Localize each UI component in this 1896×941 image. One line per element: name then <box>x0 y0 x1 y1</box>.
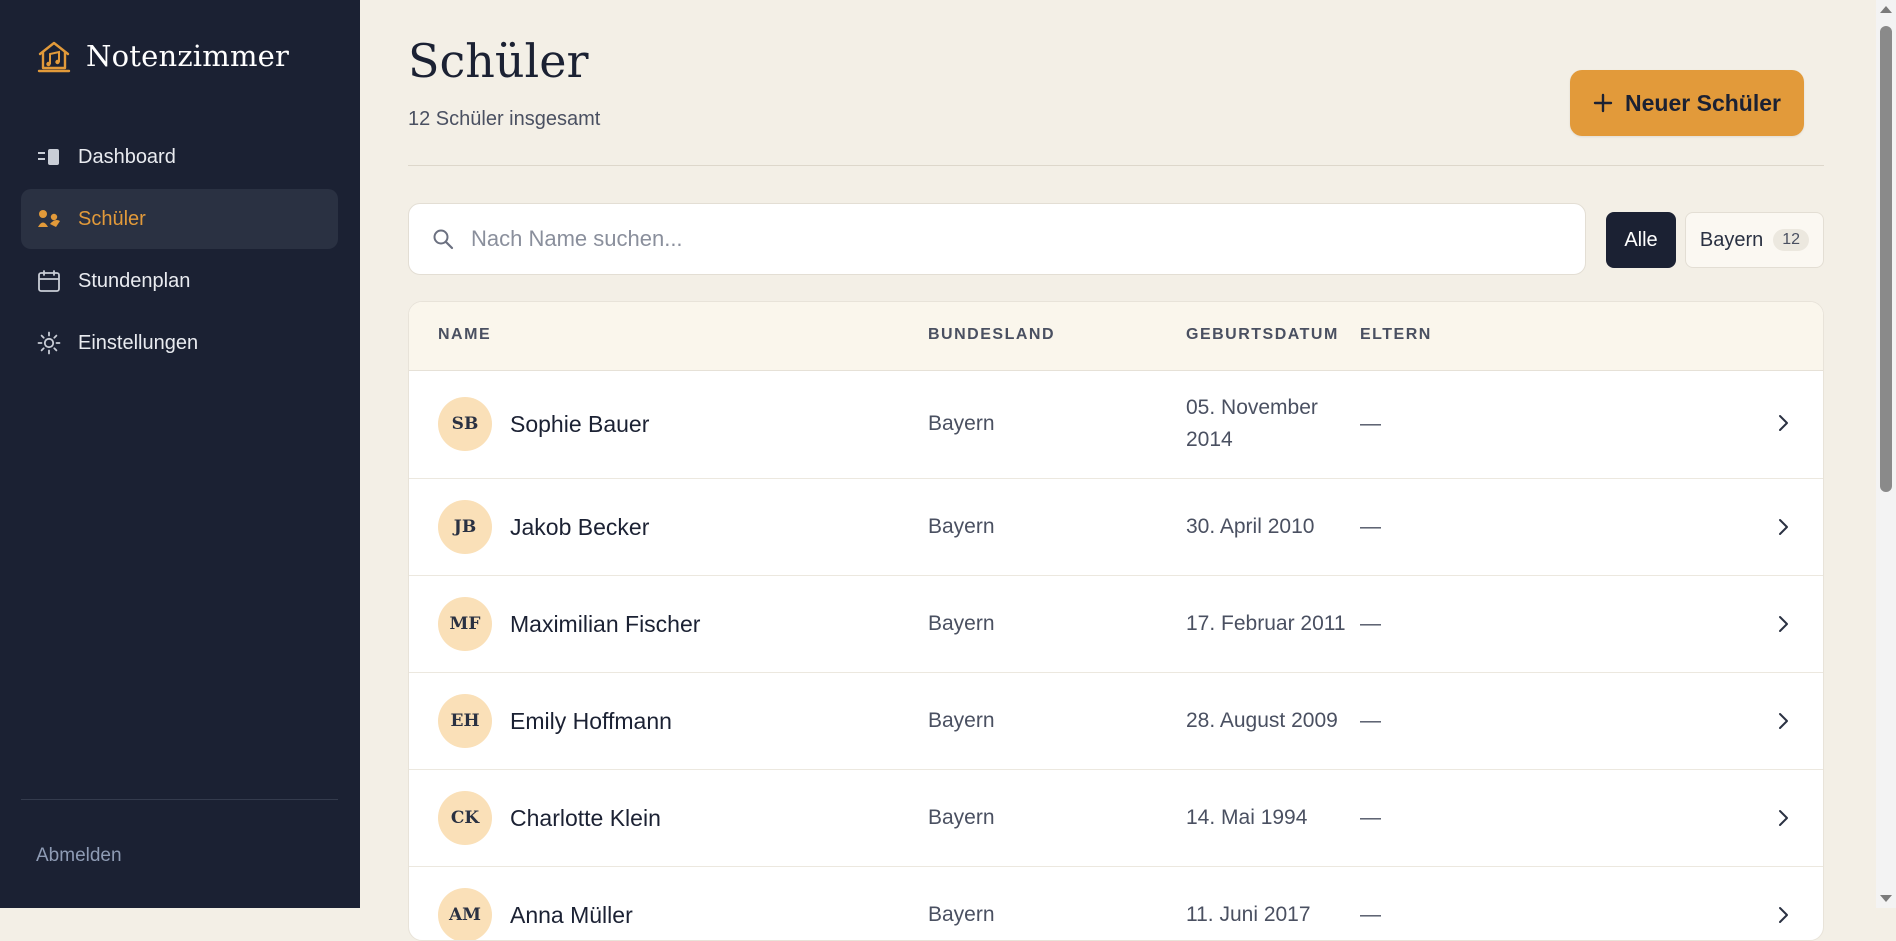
page-scrollbar[interactable] <box>1876 0 1896 908</box>
sidebar-item-schedule[interactable]: Stundenplan <box>21 251 338 311</box>
plus-icon <box>1593 93 1613 113</box>
student-state: Bayern <box>928 412 995 435</box>
filter-state-label: Bayern <box>1699 228 1764 251</box>
students-icon <box>36 206 62 232</box>
student-birthdate: 11. Juni 2017 <box>1186 903 1311 926</box>
student-parents: — <box>1360 709 1381 732</box>
avatar: SB <box>438 397 492 451</box>
student-parents: — <box>1360 806 1381 829</box>
page-title: Schüler <box>408 34 589 88</box>
header-divider <box>408 165 1824 166</box>
student-birthdate: 17. Februar 2011 <box>1186 612 1346 635</box>
student-birthdate: 05. November 2014 <box>1186 396 1318 451</box>
student-parents: — <box>1360 515 1381 538</box>
table-row[interactable]: EH Emily Hoffmann Bayern 28. August 2009… <box>409 673 1823 770</box>
chevron-right-icon <box>1779 907 1788 923</box>
students-table: NAME BUNDESLAND GEBURTSDATUM ELTERN SB S… <box>408 301 1824 941</box>
column-header-birthdate[interactable]: GEBURTSDATUM <box>1186 326 1339 344</box>
scrollbar-thumb[interactable] <box>1880 26 1892 492</box>
filter-state-button[interactable]: Bayern 12 <box>1685 212 1824 268</box>
student-parents: — <box>1360 612 1381 635</box>
student-state: Bayern <box>928 612 995 635</box>
avatar: MF <box>438 597 492 651</box>
column-header-state[interactable]: BUNDESLAND <box>928 326 1055 344</box>
student-state: Bayern <box>928 806 995 829</box>
student-count: 12 Schüler insgesamt <box>408 108 601 130</box>
music-house-icon <box>37 41 71 73</box>
chevron-right-icon <box>1779 519 1788 535</box>
student-parents: — <box>1360 903 1381 926</box>
student-birthdate: 30. April 2010 <box>1186 515 1315 538</box>
dashboard-icon <box>36 144 62 170</box>
student-state: Bayern <box>928 903 995 926</box>
search-icon <box>433 229 454 250</box>
brand-name: Notenzimmer <box>86 39 290 73</box>
brand[interactable]: Notenzimmer <box>36 38 289 74</box>
avatar: CK <box>438 791 492 845</box>
new-student-button[interactable]: Neuer Schüler <box>1570 70 1804 136</box>
student-name: Jakob Becker <box>510 514 650 540</box>
sidebar-item-label: Schüler <box>78 207 146 230</box>
sidebar-divider <box>21 799 338 800</box>
sidebar-item-settings[interactable]: Einstellungen <box>21 313 338 373</box>
filter-count-badge: 12 <box>1773 229 1810 251</box>
avatar: JB <box>438 500 492 554</box>
student-birthdate: 14. Mai 1994 <box>1186 806 1308 829</box>
scroll-down-arrow[interactable] <box>1880 895 1892 902</box>
gear-icon <box>36 330 62 356</box>
student-name: Charlotte Klein <box>510 805 661 831</box>
table-row[interactable]: AM Anna Müller Bayern 11. Juni 2017 — <box>409 867 1823 940</box>
avatar: AM <box>438 888 492 940</box>
chevron-right-icon <box>1779 810 1788 826</box>
student-name: Sophie Bauer <box>510 411 650 437</box>
table-row[interactable]: JB Jakob Becker Bayern 30. April 2010 — <box>409 479 1823 576</box>
avatar: EH <box>438 694 492 748</box>
sidebar-item-dashboard[interactable]: Dashboard <box>21 127 338 187</box>
sidebar-item-label: Stundenplan <box>78 269 191 292</box>
sidebar: Notenzimmer Dashboard Schüler Stundenpla… <box>0 0 360 908</box>
chevron-right-icon <box>1779 616 1788 632</box>
column-header-parents[interactable]: ELTERN <box>1360 326 1432 344</box>
search-input[interactable] <box>469 225 1573 253</box>
student-birthdate: 28. August 2009 <box>1186 709 1338 732</box>
student-state: Bayern <box>928 515 995 538</box>
table-row[interactable]: CK Charlotte Klein Bayern 14. Mai 1994 — <box>409 770 1823 867</box>
filter-all-button[interactable]: Alle <box>1606 212 1676 268</box>
student-name: Emily Hoffmann <box>510 708 672 734</box>
student-name: Maximilian Fischer <box>510 611 701 637</box>
student-name: Anna Müller <box>510 902 633 928</box>
logout-link[interactable]: Abmelden <box>36 845 122 867</box>
scroll-up-arrow[interactable] <box>1880 6 1892 13</box>
student-state: Bayern <box>928 709 995 732</box>
table-row[interactable]: MF Maximilian Fischer Bayern 17. Februar… <box>409 576 1823 673</box>
main-content: Schüler 12 Schüler insgesamt Neuer Schül… <box>360 0 1876 941</box>
column-header-name[interactable]: NAME <box>438 326 491 344</box>
student-parents: — <box>1360 412 1381 435</box>
chevron-right-icon <box>1779 415 1788 431</box>
new-student-button-label: Neuer Schüler <box>1625 89 1781 116</box>
sidebar-nav: Dashboard Schüler Stundenplan Einstellun… <box>21 127 338 375</box>
table-header: NAME BUNDESLAND GEBURTSDATUM ELTERN <box>409 302 1823 371</box>
sidebar-item-label: Einstellungen <box>78 331 199 354</box>
chevron-right-icon <box>1779 713 1788 729</box>
sidebar-item-students[interactable]: Schüler <box>21 189 338 249</box>
table-row[interactable]: SB Sophie Bauer Bayern 05. November 2014… <box>409 371 1823 479</box>
sidebar-item-label: Dashboard <box>78 145 176 168</box>
search-box <box>408 203 1586 275</box>
calendar-icon <box>36 268 62 294</box>
